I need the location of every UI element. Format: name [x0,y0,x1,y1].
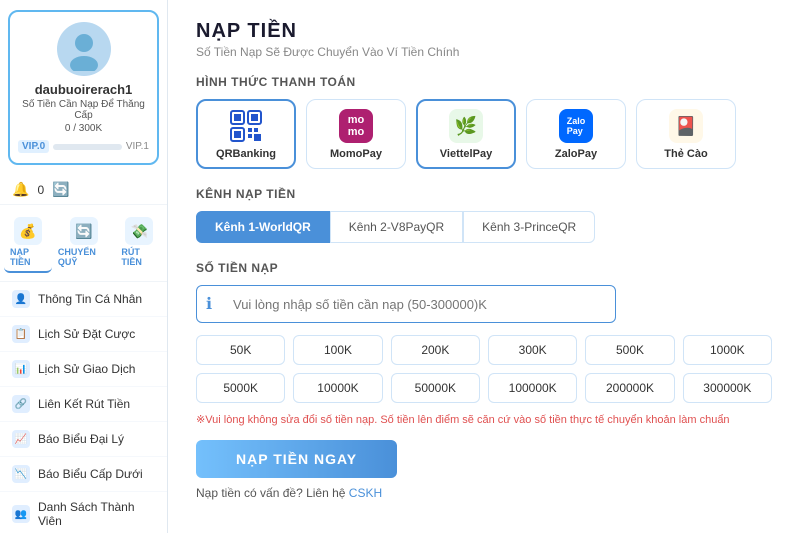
page-title: NẠP TIỀN [196,20,772,43]
username: daubuoirerach1 [35,82,133,97]
nav-icon-0: 👤 [12,290,30,308]
preset-btn-5[interactable]: 1000K [683,335,772,365]
sidebar: daubuoirerach1 Số Tiền Cần Nạp Để Thăng … [0,0,168,533]
support-prefix: Nạp tiền có vấn đề? Liên hệ [196,486,349,500]
nav-item-6[interactable]: 👥 Danh Sách Thành Viên [0,492,167,533]
submit-button[interactable]: NẠP TIỀN NGAY [196,440,397,478]
page-subtitle: Số Tiền Nạp Sẽ Được Chuyển Vào Ví Tiền C… [196,45,772,59]
viettel-icon: 🌿 [448,108,484,144]
profile-box: daubuoirerach1 Số Tiền Cần Nạp Để Thăng … [8,10,159,165]
payment-methods: QRBanking momo MomoPay 🌿 ViettelPay Zalo… [196,99,772,169]
vip-next: VIP.1 [126,141,149,152]
main-content: NẠP TIỀN Số Tiền Nạp Sẽ Được Chuyển Vào … [168,0,800,533]
zalopay-label: ZaloPay [555,148,597,160]
nav-label-2: Lịch Sử Giao Dịch [38,362,135,376]
nav-label-4: Báo Biểu Đại Lý [38,432,124,446]
preset-btn-9[interactable]: 100000K [488,373,577,403]
channel-section-label: KÊNH NẠP TIỀN [196,187,772,201]
momopay-label: MomoPay [330,148,382,160]
bell-icon[interactable]: 🔔 [12,181,29,198]
qrbanking-label: QRBanking [216,148,276,160]
support-text: Nạp tiền có vấn đề? Liên hệ CSKH [196,486,772,500]
vip-label: VIP.0 [18,140,49,153]
nav-icon-3: 🔗 [12,395,30,413]
avatar [57,22,111,76]
nav-label-3: Liên Kết Rút Tiền [38,397,130,411]
nav-label-5: Báo Biểu Cấp Dưới [38,467,143,481]
nav-icon-4: 📈 [12,430,30,448]
chuyenquy-label: CHUYỂN QUỸ [58,247,110,267]
napten-button[interactable]: 💰 NẠP TIỀN [4,213,52,273]
nav-item-3[interactable]: 🔗 Liên Kết Rút Tiền [0,387,167,422]
vip-bar: VIP.0 VIP.1 [18,140,149,153]
nav-icon-2: 📊 [12,360,30,378]
preset-btn-4[interactable]: 500K [585,335,674,365]
nav-item-0[interactable]: 👤 Thông Tin Cá Nhân [0,282,167,317]
preset-grid: 50K 100K 200K 300K 500K 1000K 5000K 10000K 50000… [196,335,772,403]
qr-icon [228,108,264,144]
counter-icon: 0 [37,183,44,197]
nav-icon-1: 📋 [12,325,30,343]
nav-label-6: Danh Sách Thành Viên [38,500,155,528]
nav-icon-6: 👥 [12,505,30,523]
preset-btn-7[interactable]: 10000K [293,373,382,403]
info-icon: ℹ [206,294,212,314]
thecao-label: Thẻ Cào [664,148,707,160]
payment-qrbanking[interactable]: QRBanking [196,99,296,169]
nav-item-5[interactable]: 📉 Báo Biểu Cấp Dưới [0,457,167,492]
support-link[interactable]: CSKH [349,486,382,500]
ruttien-button[interactable]: 💸 RÚT TIỀN [115,213,163,273]
channel-1[interactable]: Kênh 1-WorldQR [196,211,330,243]
nav-list: 👤 Thông Tin Cá Nhân 📋 Lịch Sử Đặt Cược 📊 Lịch… [0,282,167,533]
preset-btn-1[interactable]: 100K [293,335,382,365]
payment-thecao[interactable]: 🎴 Thẻ Cào [636,99,736,169]
napten-icon: 💰 [14,217,42,245]
vip-progress-bg [53,144,122,150]
channel-tabs: Kênh 1-WorldQR Kênh 2-V8PayQR Kênh 3-Pri… [196,211,772,243]
amount-section-label: SỐ TIỀN NẠP [196,261,772,275]
amount-input-wrap: ℹ [196,285,772,323]
notice-text: ※Vui lòng không sửa đổi số tiền nạp. Số … [196,413,772,426]
nav-item-4[interactable]: 📈 Báo Biểu Đại Lý [0,422,167,457]
progress-text: 0 / 300K [65,123,102,134]
payment-viettelpay[interactable]: 🌿 ViettelPay [416,99,516,169]
ruttien-label: RÚT TIỀN [121,247,157,267]
nav-item-1[interactable]: 📋 Lịch Sử Đặt Cược [0,317,167,352]
nav-item-2[interactable]: 📊 Lịch Sử Giao Dịch [0,352,167,387]
nav-label-0: Thông Tin Cá Nhân [38,292,142,306]
preset-btn-10[interactable]: 200000K [585,373,674,403]
preset-btn-0[interactable]: 50K [196,335,285,365]
chuyenquy-button[interactable]: 🔄 CHUYỂN QUỸ [52,213,116,273]
card-icon: 🎴 [668,108,704,144]
icon-row: 🔔 0 🔄 [0,175,167,205]
channel-3[interactable]: Kênh 3-PrinceQR [463,211,595,243]
napten-label: NẠP TIỀN [10,247,46,267]
preset-btn-3[interactable]: 300K [488,335,577,365]
amount-input[interactable] [196,285,616,323]
preset-btn-11[interactable]: 300000K [683,373,772,403]
upgrade-text: Số Tiền Cần Nạp Để Thăng Cấp [18,99,149,121]
action-buttons: 💰 NẠP TIỀN 🔄 CHUYỂN QUỸ 💸 RÚT TIỀN [0,205,167,282]
payment-section-label: HÌNH THỨC THANH TOÁN [196,75,772,89]
payment-momopay[interactable]: momo MomoPay [306,99,406,169]
channel-2[interactable]: Kênh 2-V8PayQR [330,211,463,243]
preset-btn-6[interactable]: 5000K [196,373,285,403]
momo-icon: momo [338,108,374,144]
zalo-icon: ZaloPay [558,108,594,144]
preset-btn-2[interactable]: 200K [391,335,480,365]
viettelpay-label: ViettelPay [440,148,492,160]
chuyenquy-icon: 🔄 [70,217,98,245]
nav-label-1: Lịch Sử Đặt Cược [38,327,135,341]
nav-icon-5: 📉 [12,465,30,483]
preset-btn-8[interactable]: 50000K [391,373,480,403]
refresh-icon[interactable]: 🔄 [52,181,69,198]
ruttien-icon: 💸 [125,217,153,245]
payment-zalopay[interactable]: ZaloPay ZaloPay [526,99,626,169]
